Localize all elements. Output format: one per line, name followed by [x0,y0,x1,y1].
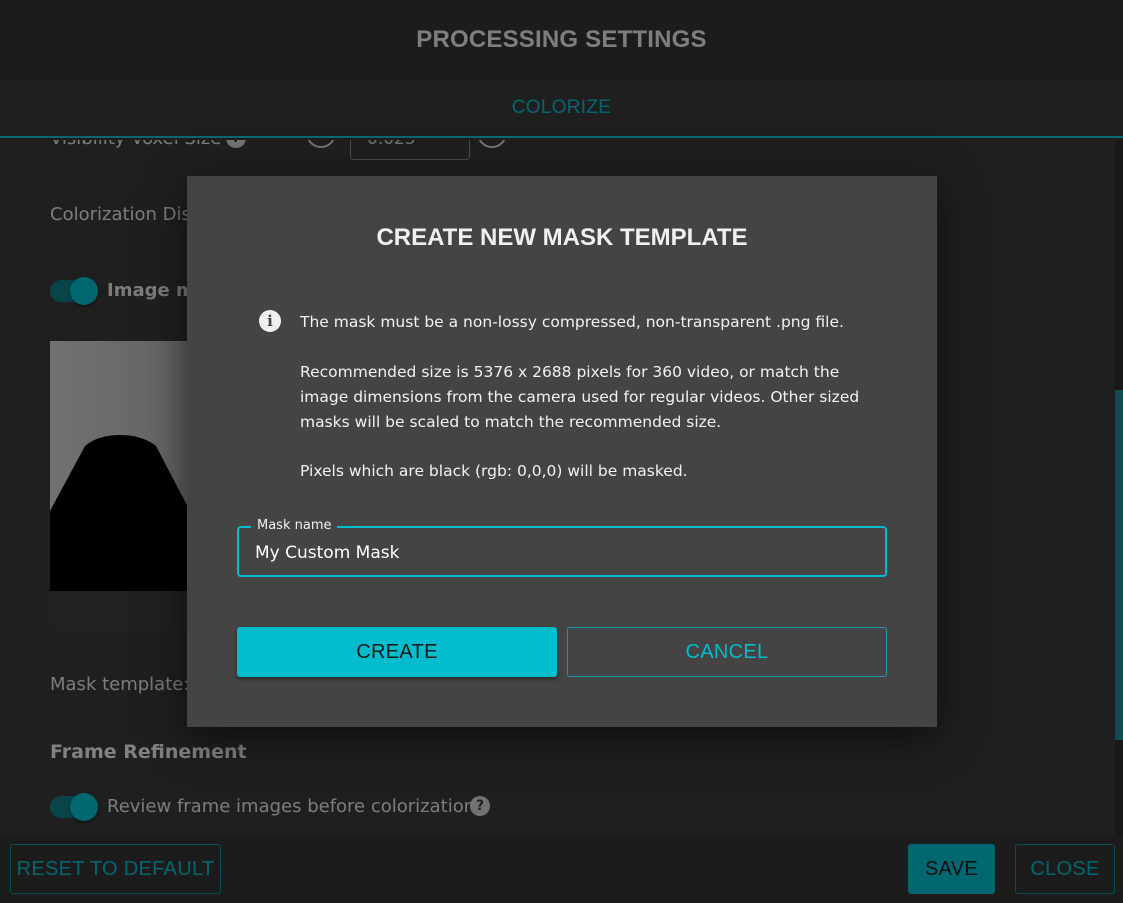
mask-name-field[interactable]: Mask name [237,518,887,577]
cancel-button[interactable]: CANCEL [567,627,887,677]
mask-name-input[interactable] [239,528,885,575]
info-paragraph-black: Pixels which are black (rgb: 0,0,0) will… [300,462,688,480]
create-button[interactable]: CREATE [237,627,557,677]
dialog-title: CREATE NEW MASK TEMPLATE [376,224,748,251]
info-paragraph-size: Recommended size is 5376 x 2688 pixels f… [300,363,860,431]
info-paragraph-format: The mask must be a non-lossy compressed,… [300,313,844,331]
create-mask-dialog: CREATE NEW MASK TEMPLATE i The mask must… [187,176,937,727]
info-icon: i [259,310,281,332]
